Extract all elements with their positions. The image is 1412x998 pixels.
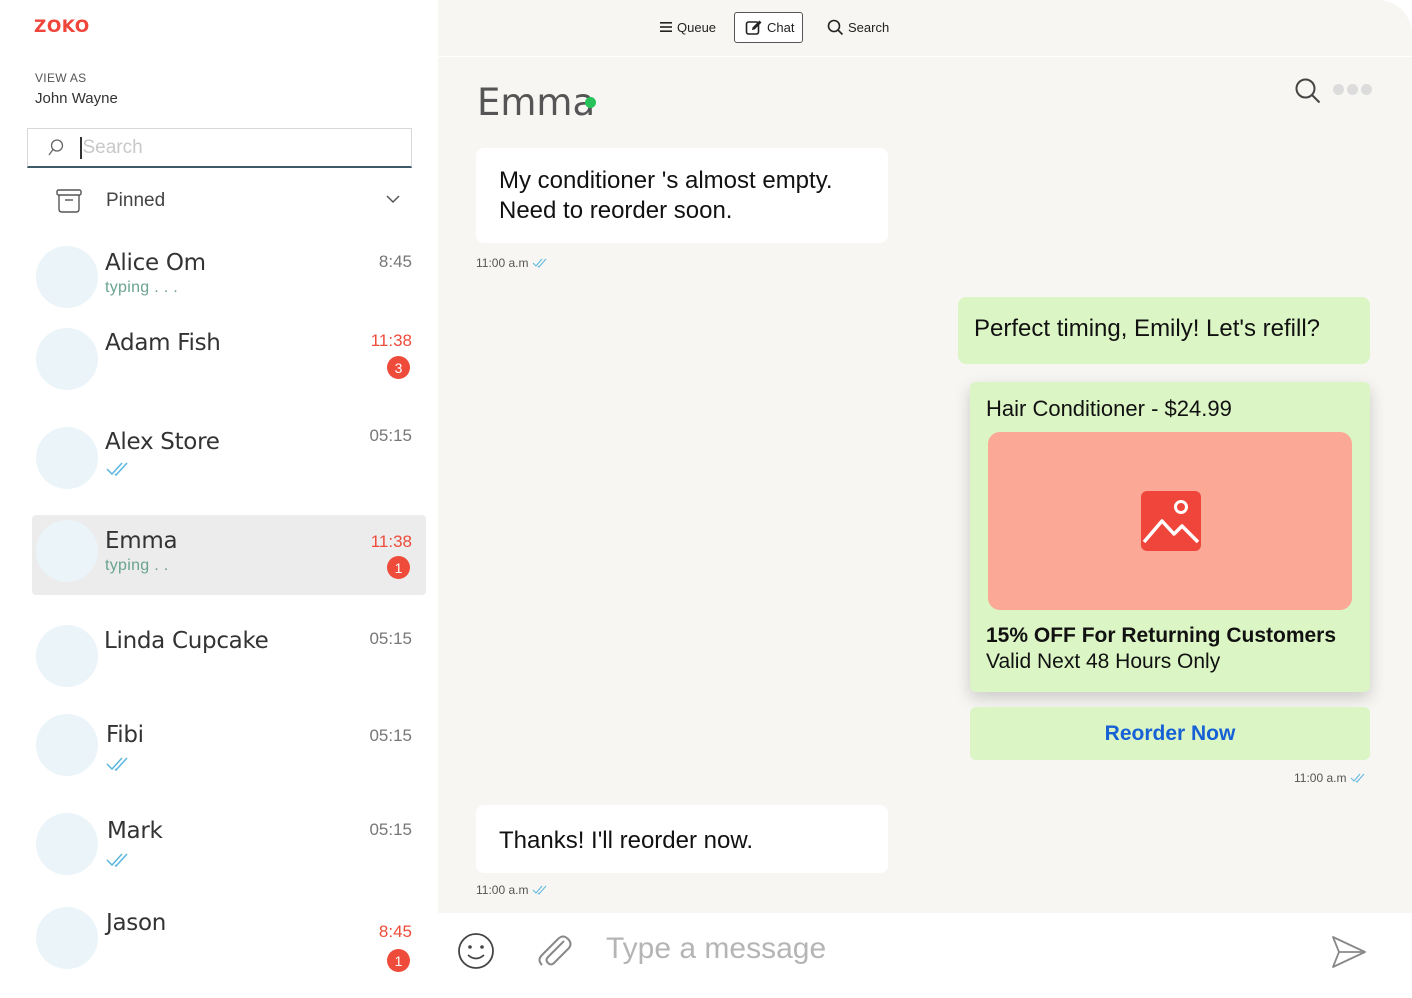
message-text: Thanks! I'll reorder now. — [499, 827, 754, 854]
avatar — [36, 520, 98, 582]
message-text: Perfect timing, Emily! Let's refill? — [974, 315, 1321, 342]
typing-indicator: typing . . . — [105, 279, 178, 296]
pinned-section[interactable]: Pinned — [27, 181, 412, 221]
search-input[interactable] — [82, 136, 383, 159]
message-timestamp: 11:00 a.m — [476, 256, 548, 270]
nav-search-label: Search — [848, 19, 890, 35]
typing-indicator: typing . . — [105, 557, 169, 574]
archive-icon — [56, 189, 82, 213]
reorder-now-button[interactable]: Reorder Now — [970, 707, 1370, 760]
online-status-dot — [585, 97, 596, 108]
chat-name: Alice Om — [105, 250, 206, 276]
double-check-icon — [106, 462, 128, 477]
chat-name: Linda Cupcake — [104, 628, 269, 654]
app-window: ZOKO Queue Chat Search VIEW AS John Wayn… — [0, 0, 1412, 998]
product-title: Hair Conditioner - $24.99 — [986, 396, 1232, 421]
chat-list-item-active[interactable]: Emma typing . . 11:38 1 — [32, 515, 426, 595]
chat-list-item[interactable]: Alex Store 05:15 — [32, 417, 426, 497]
avatar — [36, 625, 98, 687]
chat-name: Jason — [106, 910, 167, 936]
image-icon — [1141, 491, 1201, 551]
more-options-icon[interactable] — [1333, 84, 1372, 95]
chat-name: Emma — [105, 528, 178, 554]
send-icon[interactable] — [1331, 935, 1367, 969]
avatar — [36, 328, 98, 390]
nav-search[interactable]: Search — [827, 12, 889, 42]
top-bar: ZOKO Queue Chat Search — [0, 0, 1412, 56]
unread-badge: 1 — [387, 949, 410, 972]
chat-list-item[interactable]: Mark 05:15 — [32, 803, 426, 883]
nav-queue[interactable]: Queue — [660, 12, 716, 42]
promo-subtitle: Valid Next 48 Hours Only — [986, 650, 1221, 673]
message-timestamp: 11:00 a.m — [476, 883, 548, 897]
view-as-label: VIEW AS — [35, 71, 87, 85]
search-icon[interactable] — [1294, 77, 1322, 105]
search-icon — [827, 19, 844, 35]
double-check-icon — [106, 853, 128, 868]
menu-icon — [660, 22, 672, 32]
chat-list-item[interactable]: Jason 8:45 1 — [32, 899, 426, 979]
promo-title: 15% OFF For Returning Customers — [986, 624, 1337, 647]
zoko-logo: ZOKO — [34, 17, 90, 37]
unread-badge: 3 — [387, 356, 410, 379]
chat-list-item[interactable]: Adam Fish 11:38 3 — [32, 319, 426, 399]
incoming-message: My conditioner 's almost empty. Need to … — [476, 148, 888, 243]
message-text: Need to reorder soon. — [499, 197, 733, 224]
search-icon — [48, 138, 64, 155]
outgoing-message: Perfect timing, Emily! Let's refill? — [958, 297, 1370, 364]
chat-time: 05:15 — [369, 426, 412, 445]
attachment-icon[interactable] — [534, 931, 574, 971]
chat-time: 8:45 — [378, 922, 412, 941]
chat-list-item[interactable]: Alice Om typing . . . 8:45 — [32, 238, 426, 318]
chat-time: 8:45 — [378, 252, 412, 271]
chevron-down-icon[interactable] — [385, 191, 401, 207]
chat-list-item[interactable]: Linda Cupcake 05:15 — [32, 617, 426, 697]
message-input[interactable] — [606, 931, 1286, 967]
emoji-icon[interactable] — [457, 932, 495, 970]
double-check-icon — [106, 757, 128, 772]
sidebar: VIEW AS John Wayne Pinned Alice Om typin… — [0, 57, 438, 998]
product-image-placeholder[interactable] — [988, 432, 1352, 610]
chat-time: 11:38 — [370, 532, 412, 551]
chat-name: Alex Store — [105, 429, 220, 455]
chat-name: Fibi — [106, 722, 144, 748]
incoming-message: Thanks! I'll reorder now. — [476, 805, 888, 873]
avatar — [36, 813, 98, 875]
unread-badge: 1 — [387, 556, 410, 579]
chat-name: Mark — [107, 818, 163, 844]
conversation-pane: Emma My conditioner 's almost empty. Nee… — [438, 57, 1412, 913]
product-card: Hair Conditioner - $24.99 15% OFF For Re… — [970, 382, 1370, 692]
double-check-icon — [533, 885, 547, 895]
avatar — [36, 246, 98, 308]
contact-name[interactable]: Emma — [477, 81, 595, 124]
chat-time: 11:38 — [370, 331, 412, 350]
message-timestamp: 11:00 a.m — [1294, 771, 1366, 785]
view-as-name[interactable]: John Wayne — [35, 90, 118, 107]
avatar — [36, 907, 98, 969]
avatar — [36, 427, 98, 489]
pinned-label: Pinned — [106, 190, 166, 211]
nav-chat-label: Chat — [767, 20, 795, 35]
chat-time: 05:15 — [369, 820, 412, 839]
chat-time: 05:15 — [369, 726, 412, 745]
chat-name: Adam Fish — [105, 330, 221, 356]
avatar — [36, 714, 98, 776]
chat-list-item[interactable]: Fibi 05:15 — [32, 707, 426, 787]
double-check-icon — [1351, 773, 1365, 783]
message-composer — [438, 913, 1412, 998]
chat-time: 05:15 — [369, 629, 412, 648]
sidebar-search[interactable] — [27, 128, 412, 168]
edit-icon — [745, 20, 762, 35]
message-text: My conditioner 's almost empty. — [499, 167, 833, 194]
nav-chat[interactable]: Chat — [734, 12, 804, 43]
double-check-icon — [533, 258, 547, 268]
nav-queue-label: Queue — [677, 19, 717, 35]
